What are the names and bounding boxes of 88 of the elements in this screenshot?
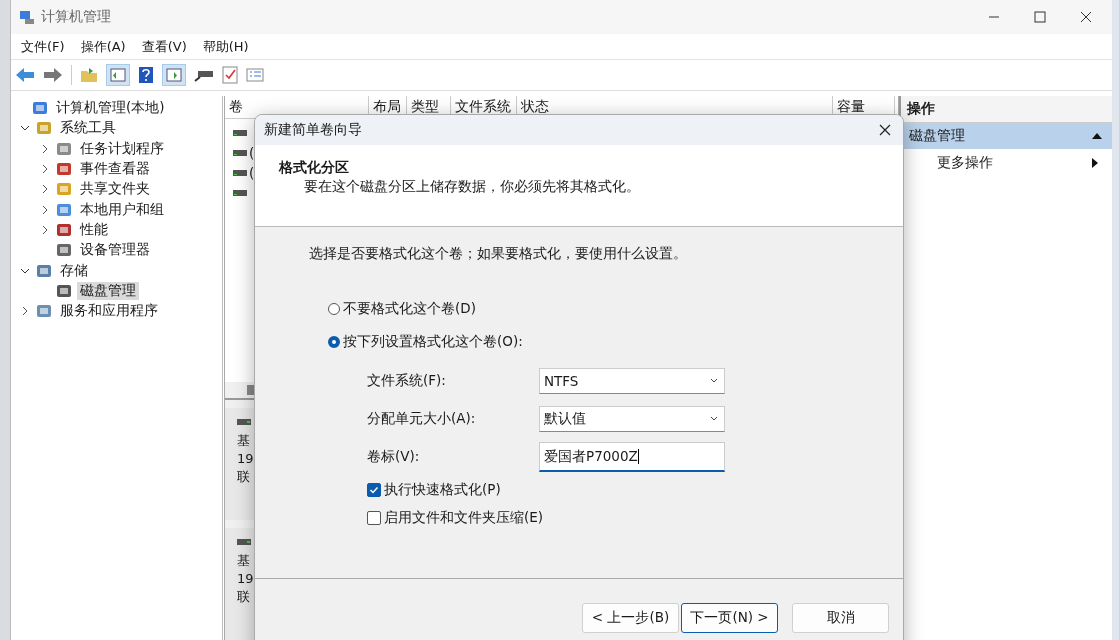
field-label: 分配单元大小(A): [367, 410, 477, 428]
dropdown-field[interactable]: 默认值 [539, 406, 725, 432]
tree-item[interactable]: 事件查看器 [77, 160, 153, 179]
tree-item[interactable]: 本地用户和组 [77, 200, 167, 219]
close-icon[interactable] [1080, 11, 1092, 23]
help-icon[interactable] [138, 66, 154, 84]
tree-item-icon [55, 140, 73, 157]
action-pane-toggle-button[interactable] [162, 64, 186, 86]
dialog-title: 新建简单卷向导 [264, 121, 362, 139]
chevron-right-icon[interactable] [20, 306, 30, 317]
menu-item[interactable]: 查看(V) [141, 37, 187, 56]
disk-size: 19 [237, 570, 255, 588]
menu-item[interactable]: 操作(A) [80, 37, 126, 56]
table-cell: ( [249, 165, 255, 181]
tree-item[interactable]: 任务计划程序 [77, 139, 167, 158]
chevron-right-icon[interactable] [40, 204, 50, 215]
close-icon[interactable] [879, 124, 891, 136]
tree-item-icon [35, 120, 53, 137]
checkbox-label[interactable]: 执行快速格式化(P) [384, 481, 501, 499]
tree-item[interactable]: 存储 [57, 261, 91, 280]
disk-status: 联 [237, 588, 251, 606]
field-label: 文件系统(F): [367, 372, 447, 390]
tree-item[interactable]: 磁盘管理 [77, 281, 139, 300]
instruction-text: 选择是否要格式化这个卷；如果要格式化，要使用什么设置。 [309, 245, 688, 263]
tree-item[interactable]: 性能 [77, 220, 111, 239]
radio-label[interactable]: 不要格式化这个卷(D) [343, 300, 476, 318]
tree-item[interactable]: 设备管理器 [77, 241, 153, 260]
drive-icon [233, 169, 247, 177]
menu-item[interactable]: 帮助(H) [202, 37, 249, 56]
submenu-triangle-icon [1092, 158, 1098, 168]
forward-arrow-icon[interactable] [43, 67, 63, 83]
drive-icon [233, 149, 247, 157]
chevron-down-icon [710, 416, 718, 422]
drive-icon [237, 418, 251, 426]
tree-item-icon [31, 100, 49, 117]
maximize-icon[interactable] [1034, 11, 1046, 23]
field-label: 卷标(V): [367, 448, 421, 466]
chevron-right-icon[interactable] [40, 184, 50, 195]
chevron-right-icon[interactable] [40, 224, 50, 235]
tree-item-icon [55, 181, 73, 198]
tree-item-icon [35, 303, 53, 320]
disk-size: 19 [237, 450, 255, 468]
tree-item[interactable]: 共享文件夹 [77, 180, 153, 199]
panel-toggle-button[interactable] [106, 64, 130, 86]
tree-item-icon [55, 242, 73, 259]
checkbox[interactable] [367, 511, 381, 525]
wizard-button[interactable]: < 上一步(B) [582, 603, 679, 633]
wizard-button[interactable]: 取消 [792, 603, 889, 633]
wizard-button[interactable]: 下一页(N) > [681, 603, 778, 633]
disk-type: 基 [237, 552, 251, 570]
section-title: 磁盘管理 [909, 127, 965, 145]
page-description: 要在这个磁盘分区上储存数据，你必须先将其格式化。 [303, 178, 641, 196]
actions-section[interactable]: 磁盘管理 [901, 123, 1112, 149]
page-heading: 格式化分区 [279, 159, 350, 177]
menu-item[interactable]: 文件(F) [21, 37, 65, 56]
radio-button[interactable] [328, 336, 340, 348]
chevron-right-icon[interactable] [40, 164, 50, 175]
tree-item-icon [55, 221, 73, 238]
dropdown-field[interactable]: NTFS [539, 368, 725, 394]
folder-icon[interactable] [80, 67, 98, 83]
checkbox[interactable] [367, 483, 381, 497]
drive-icon [237, 538, 251, 546]
action-link[interactable]: 更多操作 [937, 154, 993, 172]
drive-icon [233, 189, 247, 197]
actions-header: 操作 [901, 96, 1112, 123]
radio-button[interactable] [328, 303, 340, 315]
collapse-triangle-icon[interactable] [1092, 133, 1102, 139]
tree-item[interactable]: 计算机管理(本地) [53, 99, 168, 118]
tree-item-icon [55, 282, 73, 299]
tree-item[interactable]: 服务和应用程序 [57, 302, 161, 321]
disk-type: 基 [237, 432, 251, 450]
back-arrow-icon[interactable] [15, 67, 35, 83]
drive-icon [233, 129, 247, 137]
computer-icon [19, 9, 35, 25]
chevron-down-icon [710, 378, 718, 384]
radio-label[interactable]: 按下列设置格式化这个卷(O): [343, 333, 523, 351]
window-title: 计算机管理 [41, 8, 111, 26]
chevron-right-icon[interactable] [40, 143, 50, 154]
disk-status: 联 [237, 468, 251, 486]
checklist-icon[interactable] [222, 66, 238, 84]
checkmark-icon [369, 485, 379, 495]
tree-item-icon [35, 262, 53, 279]
tree-item[interactable]: 系统工具 [57, 119, 119, 138]
input-field[interactable]: 爱国者P7000Z [539, 442, 725, 472]
table-cell: ( [249, 145, 255, 161]
checkbox-label[interactable]: 启用文件和文件夹压缩(E) [384, 509, 544, 527]
tree-item-icon [55, 161, 73, 178]
tree-item-icon [55, 201, 73, 218]
